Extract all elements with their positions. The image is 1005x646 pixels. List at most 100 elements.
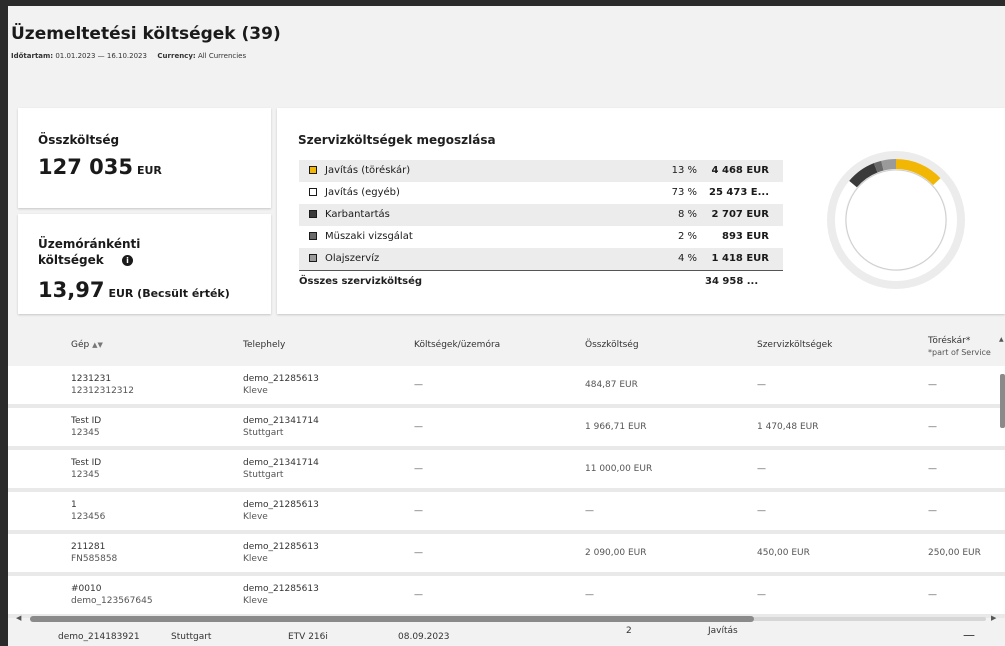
machine-serial: 12345 [71,470,100,480]
breakage-cell: — [928,422,937,432]
machine-serial: FN585858 [71,554,118,564]
vertical-scrollbar-thumb[interactable] [1000,374,1005,428]
machine-serial: 12312312312 [71,386,134,396]
distribution-donut-chart [827,151,965,289]
cost-per-hour-cell: — [414,464,423,474]
hourly-cost-label-line1: Üzemóránkénti [38,237,141,251]
machine-id: #0010 [71,584,102,594]
machine-cell: 211281 FN585858 [71,541,117,565]
site-cell: demo_21341714 Stuttgart [243,457,319,481]
table-row[interactable]: 1 123456 demo_21285613 Kleve — — — — [8,492,1005,534]
column-header-total[interactable]: Összköltség [585,340,639,350]
currency-label: Currency: [157,52,196,60]
distribution-percent: 4 % [677,253,697,264]
site-cell: demo_21285613 Kleve [243,499,319,523]
table-row[interactable]: Test ID 12345 demo_21341714 Stuttgart — 11 00… [8,450,1005,492]
cost-per-hour-cell: — [414,506,423,516]
table-header: Gép ▲▼ Telephely Költségek/üzemóra Összk… [8,324,1005,366]
total-cost-unit: EUR [136,164,162,177]
distribution-title: Szervizköltségek megoszlása [298,133,496,147]
distribution-percent: 73 % [671,187,697,198]
breakage-cell: — [928,380,937,390]
bg-row-city: Stuttgart [171,632,212,642]
site-id: demo_21285613 [243,500,319,510]
scroll-up-icon[interactable]: ▲ [999,336,1004,343]
total-cost-number: 127 035 [38,155,133,179]
hourly-cost-number: 13,97 [38,278,105,302]
column-header-breakage[interactable]: Töréskár* *part of Service [928,336,991,357]
hourly-cost-label: Üzemóránkénti költségek i [38,236,140,268]
distribution-row: Olajszervíz 4 % 1 418 EUR [299,248,783,270]
total-cell: — [585,590,594,600]
hourly-cost-unit: EUR (Becsült érték) [108,287,230,300]
distribution-row: Javítás (egyéb) 73 % 25 473 E... [299,182,783,204]
bg-row-model: ETV 216i [288,632,328,642]
column-header-site[interactable]: Telephely [243,340,285,350]
scroll-left-icon[interactable]: ◀ [16,614,21,622]
breakage-cell: — [928,590,937,600]
machine-id: 211281 [71,542,106,552]
legend-swatch [309,254,317,262]
distribution-amount: 893 EUR [721,231,769,242]
hourly-cost-value: 13,97 EUR (Becsült érték) [38,278,230,302]
column-header-cost-per-hour[interactable]: Költségek/üzemóra [414,340,500,350]
donut-center [846,170,946,270]
distribution-total-label: Összes szervizköltség [299,276,423,287]
total-cell: 484,87 EUR [585,380,638,390]
scroll-right-icon[interactable]: ▶ [991,614,996,622]
hourly-cost-card: Üzemóránkénti költségek i 13,97 EUR (Becs… [18,214,271,314]
site-id: demo_21285613 [243,374,319,384]
service-cell: — [757,590,766,600]
bg-row-type: Javítás [708,626,738,636]
table-row[interactable]: #0010 demo_123567645 demo_21285613 Kleve — — —… [8,576,1005,618]
period-label: Időtartam: [11,52,54,60]
service-cell: — [757,506,766,516]
breakage-cell: — [928,464,937,474]
bg-row-count: 2 [626,626,632,636]
site-cell: demo_21341714 Stuttgart [243,415,319,439]
site-city: Kleve [243,512,268,522]
distribution-name: Javítás (egyéb) [325,187,400,198]
machine-id: 1231231 [71,374,112,384]
distribution-percent: 13 % [671,165,697,176]
scrollbar-thumb[interactable] [30,616,754,622]
site-id: demo_21341714 [243,416,319,426]
distribution-amount: 2 707 EUR [711,209,769,220]
total-cost-label: Összköltség [38,133,120,147]
table-row[interactable]: 211281 FN585858 demo_21285613 Kleve — 2 090,0… [8,534,1005,576]
service-cell: 1 470,48 EUR [757,422,819,432]
site-cell: demo_21285613 Kleve [243,373,319,397]
report-header: Üzemeltetési költségek (39) Időtartam: 0… [8,24,1005,104]
distribution-name: Karbantartás [325,209,390,220]
hourly-cost-label-line2: költségek [38,253,104,267]
machine-id: Test ID [71,458,102,468]
table-row[interactable]: 1231231 12312312312 demo_21285613 Kleve — 484… [8,366,1005,408]
bg-row-site: demo_214183921 [58,632,140,642]
total-cost-card: Összköltség 127 035 EUR [18,108,271,208]
vertical-scrollbar[interactable]: ▲ [999,336,1005,616]
distribution-percent: 8 % [677,209,697,220]
horizontal-scrollbar[interactable]: ◀ ▶ [8,614,1005,624]
site-cell: demo_21285613 Kleve [243,583,319,607]
info-icon[interactable]: i [121,255,133,266]
machine-serial: 12345 [71,428,100,438]
site-cell: demo_21285613 Kleve [243,541,319,565]
service-cell: — [757,464,766,474]
machine-cell: Test ID 12345 [71,457,101,481]
sort-arrow-icon: ▲▼ [92,341,103,349]
breakage-header-note: *part of Service [928,348,991,357]
cost-per-hour-cell: — [414,380,423,390]
page-title: Üzemeltetési költségek (39) [11,24,281,44]
distribution-name: Olajszervíz [325,253,380,264]
table-row[interactable]: Test ID 12345 demo_21341714 Stuttgart — 1 966… [8,408,1005,450]
column-header-service[interactable]: Szervizköltségek [757,340,832,350]
distribution-total-amount: 34 958 ... [705,276,759,287]
column-header-machine[interactable]: Gép ▲▼ [71,340,103,350]
total-cell: — [585,506,594,516]
distribution-row: Müszaki vizsgálat 2 % 893 EUR [299,226,783,248]
machine-cell: #0010 demo_123567645 [71,583,153,607]
breakage-cell: 250,00 EUR [928,548,981,558]
cost-per-hour-cell: — [414,422,423,432]
menu-icon[interactable]: — [963,628,975,642]
total-cell: 11 000,00 EUR [585,464,653,474]
